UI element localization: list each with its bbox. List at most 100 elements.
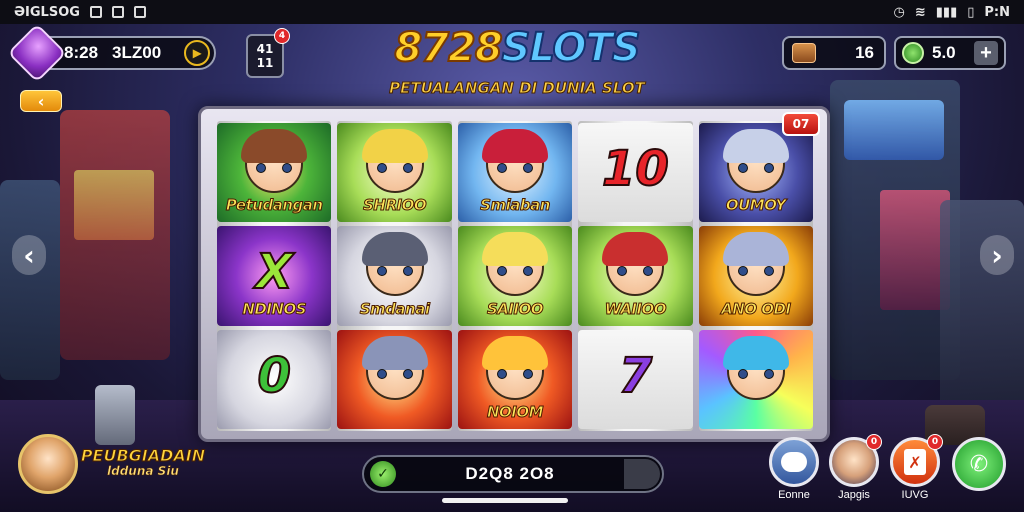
- slot-reel: Smiaban SAIIOO NOIOM: [457, 121, 573, 431]
- character-eyes: [376, 162, 413, 173]
- spin-bar[interactable]: ✓ D2Q8 2O8: [362, 455, 664, 493]
- character-eyes: [497, 369, 534, 380]
- status-bar-right: ◷ ≋ ▮▮▮ ▯ P:N: [894, 5, 1010, 20]
- notification-badge: 0: [927, 434, 943, 450]
- character-eyes: [737, 162, 774, 173]
- coin-balance-pill[interactable]: 5.0 +: [894, 36, 1006, 70]
- character-eyes: [737, 266, 774, 277]
- coin-value: 5.0: [932, 43, 956, 62]
- spin-amount: D2Q8 2O8: [465, 464, 555, 483]
- game-title: 8728SLOTS: [382, 25, 652, 71]
- coin-icon: [902, 42, 924, 64]
- slot-reel: Petudangan X NDINOS 0: [217, 121, 332, 431]
- character-eyes: [256, 162, 293, 173]
- slot-symbol: Smdanai: [337, 226, 452, 326]
- battery-icon: ▯: [967, 4, 975, 20]
- profile-button-label: Japgis: [838, 489, 870, 501]
- play-icon[interactable]: ✓: [370, 461, 396, 487]
- slot-symbol: X NDINOS: [217, 226, 332, 326]
- character-eyes: [376, 369, 413, 380]
- slot-symbol-glyph: 0: [256, 347, 291, 405]
- slot-symbol: OUMOY: [698, 123, 814, 223]
- slot-symbol-label: NDINOS: [242, 299, 307, 318]
- hud-time: 8:28: [64, 43, 99, 62]
- slot-symbol: WAIIOO: [578, 226, 693, 326]
- game-title-number: 8728: [393, 25, 503, 71]
- back-button[interactable]: ‹: [20, 90, 62, 112]
- arcade-cabinet-left: [60, 110, 170, 360]
- slot-symbol: 0: [217, 329, 332, 429]
- phone-icon: ✆: [969, 451, 989, 477]
- slot-symbol: 7: [578, 329, 693, 429]
- reward-button[interactable]: ✗ 0: [890, 434, 943, 487]
- slot-symbol-glyph: 7: [618, 347, 653, 405]
- chat-icon: [781, 452, 807, 472]
- game-logo-line2: ldduna Siu: [107, 463, 179, 478]
- slot-symbol: Smiaban: [457, 123, 573, 223]
- slot-reel: SHRIOO Smdanai: [337, 121, 452, 431]
- chevron-right-icon: ›: [991, 238, 1003, 272]
- slot-symbol-glyph: X: [255, 243, 294, 301]
- slot-symbol: ANO ODI: [698, 226, 814, 326]
- chevron-left-icon: ‹: [23, 238, 35, 272]
- profile-button[interactable]: 0: [829, 434, 882, 487]
- wifi-icon: ≋: [914, 4, 926, 20]
- slot-symbol: [337, 329, 452, 429]
- message-counter[interactable]: 41 11 4: [246, 28, 290, 78]
- slot-symbol-label: OUMOY: [725, 196, 786, 215]
- stool: [95, 385, 135, 445]
- home-indicator: [442, 498, 568, 503]
- add-balance-icon[interactable]: ▸: [184, 40, 210, 66]
- game-logo: PEUBGIADAIN ldduna Siu: [78, 446, 208, 478]
- reward-card-icon: ✗: [904, 449, 926, 475]
- gallery-icon: [89, 6, 102, 18]
- call-button[interactable]: ✆: [952, 437, 1006, 491]
- slot-machine[interactable]: Petudangan X NDINOS 0 SHRIOO Smdanai Smiaban SA…: [198, 106, 830, 442]
- slot-symbol-label: SHRIOO: [363, 196, 428, 215]
- character-hair: [361, 335, 428, 370]
- character-hair: [361, 232, 428, 267]
- slot-symbol: SHRIOO: [337, 123, 452, 223]
- character-hair: [361, 128, 428, 163]
- status-bar-time: P:N: [984, 4, 1010, 20]
- game-subtitle: PETUALANGAN DI DUNIA SLOT: [389, 79, 646, 98]
- character-eyes: [617, 266, 654, 277]
- slot-symbol-glyph: 10: [601, 140, 670, 198]
- previous-machine-button[interactable]: ‹: [12, 235, 46, 275]
- message-counter-bottom: 11: [256, 56, 274, 70]
- slot-symbol: SAIIOO: [457, 226, 573, 326]
- arcade-cabinet-right-far: [940, 200, 1024, 420]
- notification-icon: [133, 6, 146, 18]
- slot-symbol-label: WAIIOO: [604, 299, 667, 318]
- slot-symbol-label: Petudangan: [225, 196, 323, 215]
- spin-bar-end: [624, 459, 660, 489]
- status-bar-app-name: ƏIGLSOG: [14, 4, 80, 20]
- message-counter-top: 41: [256, 41, 274, 56]
- status-bar-left: ƏIGLSOG: [14, 5, 146, 20]
- ticket-icon: [792, 43, 816, 63]
- game-title-word: SLOTS: [501, 25, 642, 71]
- next-machine-button[interactable]: ›: [980, 235, 1014, 275]
- character-eyes: [737, 369, 774, 380]
- player-avatar[interactable]: [18, 434, 78, 494]
- alarm-icon: ◷: [893, 4, 905, 20]
- character-hair: [602, 232, 669, 267]
- character-hair: [722, 232, 789, 267]
- slot-symbol-label: ANO ODI: [721, 299, 792, 318]
- character-hair: [482, 128, 549, 163]
- character-eyes: [497, 266, 534, 277]
- slot-symbol-label: Smiaban: [480, 196, 551, 215]
- chat-button[interactable]: [769, 437, 819, 487]
- status-bar: ƏIGLSOG ◷ ≋ ▮▮▮ ▯ P:N: [0, 0, 1024, 24]
- signal-icon: ▮▮▮: [935, 4, 958, 20]
- slot-symbol: NOIOM: [457, 329, 573, 429]
- notification-badge: 0: [866, 434, 882, 450]
- game-logo-line1: PEUBGIADAIN: [80, 446, 206, 465]
- character-hair: [241, 128, 308, 163]
- add-coin-icon[interactable]: +: [974, 41, 998, 65]
- notification-badge: 4: [274, 28, 290, 44]
- gem-balance-pill[interactable]: 8:28 3LZ00 ▸: [7, 23, 216, 83]
- machine-counter-badge: 07: [782, 112, 820, 136]
- slot-symbol: Petudangan: [217, 123, 332, 223]
- ticket-balance-pill[interactable]: 16: [782, 36, 886, 70]
